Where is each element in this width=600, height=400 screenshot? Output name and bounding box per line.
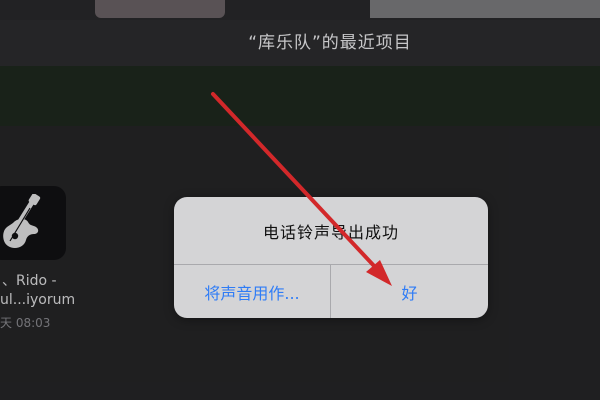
export-success-alert: 电话铃声导出成功 将声音用作... 好	[174, 197, 488, 318]
use-sound-as-button[interactable]: 将声音用作...	[174, 265, 330, 318]
garageband-recent-projects-screen: “库乐队”的最近项目 、Rido - ul...iyorum 天 08:03 电…	[0, 0, 600, 400]
alert-title: 电话铃声导出成功	[262, 223, 399, 242]
ok-button[interactable]: 好	[331, 265, 488, 318]
